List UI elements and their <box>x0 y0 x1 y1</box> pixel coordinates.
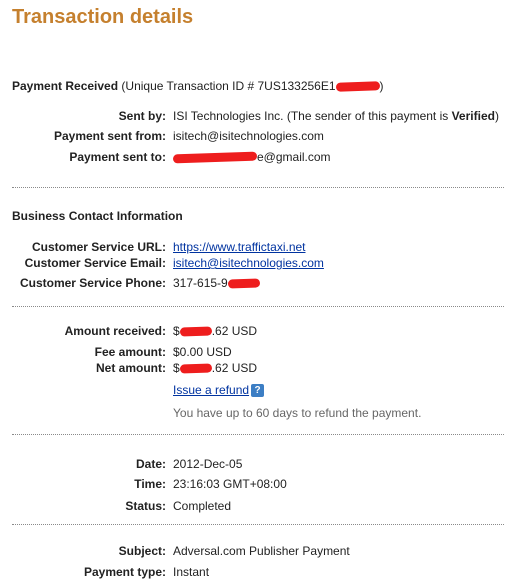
status-label: Status: <box>125 499 166 513</box>
sent-from-value: isitech@isitechnologies.com <box>173 129 324 143</box>
refund-row: Issue a refund? <box>173 383 265 398</box>
payment-received-line: Payment Received (Unique Transaction ID … <box>12 79 384 93</box>
business-contact-heading: Business Contact Information <box>12 209 183 223</box>
amount-received-label: Amount received: <box>64 324 166 338</box>
time-label: Time: <box>134 477 166 491</box>
page-title: Transaction details <box>12 6 194 28</box>
help-icon[interactable]: ? <box>251 384 265 398</box>
transaction-id-prefix: (Unique Transaction ID # 7US133256E1 <box>121 79 336 93</box>
sent-to-suffix: e@gmail.com <box>257 150 331 164</box>
redaction-mark <box>179 363 212 374</box>
fee-amount-value: $0.00 USD <box>173 345 232 359</box>
subject-label: Subject: <box>118 544 166 558</box>
subject-value: Adversal.com Publisher Payment <box>173 544 350 558</box>
service-url-row: https://www.traffictaxi.net <box>173 240 306 254</box>
service-url-link[interactable]: https://www.traffictaxi.net <box>173 240 306 254</box>
redaction-mark <box>227 278 260 289</box>
status-value: Completed <box>173 499 232 513</box>
service-email-label: Customer Service Email: <box>24 256 166 270</box>
sent-to-label: Payment sent to: <box>69 150 166 164</box>
sent-by-label: Sent by: <box>118 109 166 123</box>
date-label: Date: <box>135 457 166 471</box>
fee-amount-label: Fee amount: <box>94 345 166 359</box>
redaction-mark <box>179 326 212 337</box>
redaction-mark <box>335 81 380 93</box>
service-phone-label: Customer Service Phone: <box>19 276 166 290</box>
net-amount-suffix: .62 USD <box>211 361 258 375</box>
payment-type-value: Instant <box>173 565 210 579</box>
amount-received-prefix: $ <box>173 324 180 338</box>
service-phone-value: 317-615-9 <box>173 276 260 290</box>
time-value: 23:16:03 GMT+08:00 <box>173 477 287 491</box>
redaction-mark <box>172 151 258 164</box>
date-value: 2012-Dec-05 <box>173 457 243 471</box>
sent-by-end: ) <box>494 109 499 123</box>
divider <box>12 187 504 188</box>
payment-received-heading: Payment Received <box>12 79 119 93</box>
sent-by-text: ISI Technologies Inc. (The sender of thi… <box>173 109 452 123</box>
divider <box>12 524 504 525</box>
issue-refund-link[interactable]: Issue a refund <box>173 383 249 397</box>
verified-status: Verified <box>451 109 495 123</box>
refund-note: You have up to 60 days to refund the pay… <box>173 406 422 420</box>
service-phone-prefix: 317-615-9 <box>173 276 228 290</box>
divider <box>12 306 504 307</box>
amount-received-suffix: .62 USD <box>211 324 258 338</box>
payment-type-label: Payment type: <box>83 565 166 579</box>
sent-to-value: e@gmail.com <box>172 150 331 164</box>
sent-from-label: Payment sent from: <box>53 129 166 143</box>
transaction-id-suffix: ) <box>379 79 384 93</box>
divider <box>12 434 504 435</box>
net-amount-prefix: $ <box>173 361 180 375</box>
net-amount-value: $ .62 USD <box>173 361 257 375</box>
sent-by-value: ISI Technologies Inc. (The sender of thi… <box>173 109 499 123</box>
service-url-label: Customer Service URL: <box>31 240 166 254</box>
amount-received-value: $ .62 USD <box>173 324 257 338</box>
service-email-row: isitech@isitechnologies.com <box>173 256 324 270</box>
service-email-link[interactable]: isitech@isitechnologies.com <box>173 256 324 270</box>
net-amount-label: Net amount: <box>96 361 166 375</box>
